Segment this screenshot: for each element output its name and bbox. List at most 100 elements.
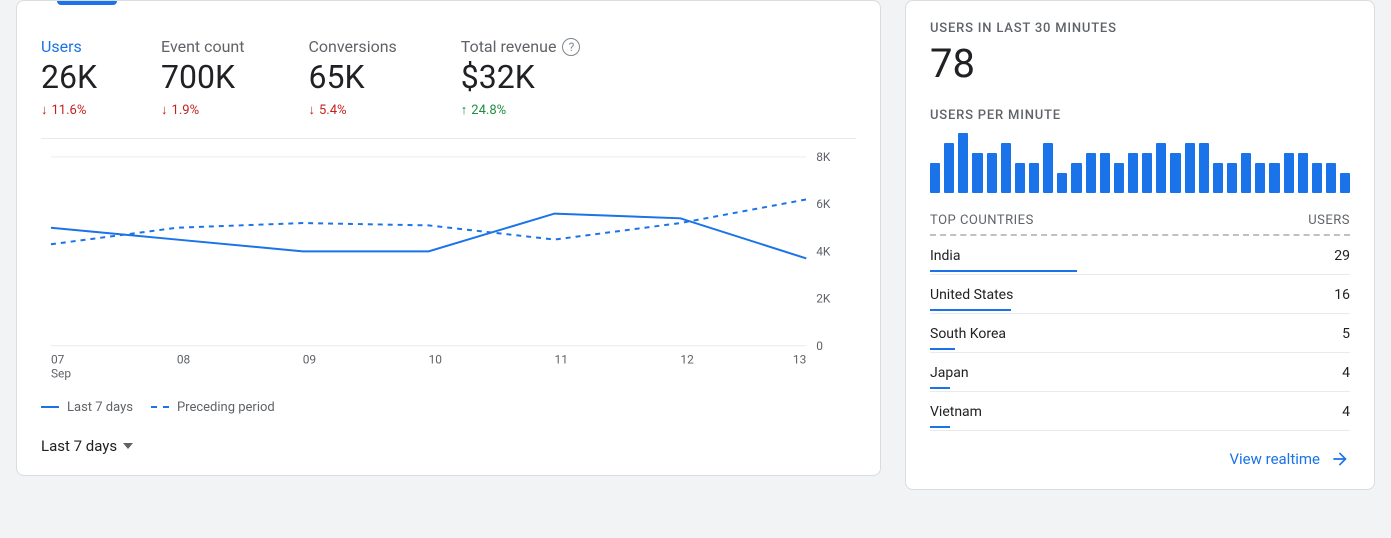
users-line-chart: 02K4K6K8K07080910111213Sep: [41, 138, 856, 386]
spark-bar: [1284, 153, 1294, 193]
country-name: Vietnam: [930, 404, 982, 420]
spark-bar: [1114, 163, 1124, 193]
spark-bar: [1057, 173, 1067, 193]
metric-label: Event count: [161, 37, 244, 56]
per-minute-title: USERS PER MINUTE: [930, 108, 1350, 123]
legend-line-dashed-icon: [151, 406, 169, 408]
realtime-title: USERS IN LAST 30 MINUTES: [930, 21, 1350, 36]
country-name: India: [930, 248, 960, 264]
spark-bar: [1001, 143, 1011, 193]
country-row: United States 16: [930, 275, 1350, 314]
date-range-dropdown[interactable]: Last 7 days: [41, 437, 133, 455]
spark-bar: [1156, 143, 1166, 193]
svg-text:10: 10: [429, 353, 443, 367]
arrow-down-icon: ↓: [161, 102, 168, 118]
spark-bar: [944, 143, 954, 193]
country-users: 4: [1342, 404, 1350, 420]
legend-current: Last 7 days: [41, 400, 133, 415]
country-row: Japan 4: [930, 353, 1350, 392]
spark-bar: [1029, 163, 1039, 193]
metric-label: Total revenue: [461, 37, 557, 56]
spark-bar: [1199, 143, 1209, 193]
spark-bar: [1227, 163, 1237, 193]
metric-value: $32K: [461, 58, 581, 96]
metric-delta: ↓ 5.4%: [309, 102, 397, 118]
svg-text:13: 13: [793, 353, 806, 367]
spark-bar: [1170, 153, 1180, 193]
svg-text:Sep: Sep: [51, 367, 71, 381]
view-realtime-label: View realtime: [1229, 450, 1320, 468]
svg-text:12: 12: [680, 353, 694, 367]
legend-previous: Preceding period: [151, 400, 275, 415]
metric-total-revenue[interactable]: Total revenue ? $32K ↑ 24.8%: [461, 37, 581, 118]
metric-delta: ↓ 11.6%: [41, 102, 97, 118]
metric-value: 26K: [41, 58, 97, 96]
help-icon[interactable]: ?: [562, 38, 580, 56]
svg-text:08: 08: [177, 353, 191, 367]
spark-bar: [1043, 143, 1053, 193]
metric-users[interactable]: Users 26K ↓ 11.6%: [41, 37, 97, 118]
metric-value: 700K: [161, 58, 244, 96]
country-users: 4: [1342, 365, 1350, 381]
svg-text:09: 09: [303, 353, 316, 367]
spark-bar: [958, 133, 968, 193]
svg-text:07: 07: [51, 353, 65, 367]
country-row: India 29: [930, 236, 1350, 275]
country-users: 29: [1334, 248, 1350, 264]
metric-event-count[interactable]: Event count 700K ↓ 1.9%: [161, 37, 244, 118]
spark-bar: [1128, 153, 1138, 193]
country-bar: [930, 387, 950, 389]
header-users: USERS: [1308, 213, 1350, 228]
svg-text:2K: 2K: [816, 292, 831, 306]
svg-text:6K: 6K: [816, 198, 831, 212]
spark-bar: [1071, 163, 1081, 193]
country-bar: [930, 270, 1077, 272]
country-name: South Korea: [930, 326, 1006, 342]
svg-text:8K: 8K: [816, 150, 831, 164]
legend-current-label: Last 7 days: [67, 400, 133, 415]
header-country: TOP COUNTRIES: [930, 213, 1034, 228]
chevron-down-icon: [123, 443, 133, 449]
country-row: South Korea 5: [930, 314, 1350, 353]
spark-bar: [1015, 163, 1025, 193]
country-bar: [930, 426, 950, 428]
metrics-row: Users 26K ↓ 11.6% Event count 700K ↓ 1.9…: [41, 21, 856, 138]
overview-card: Users 26K ↓ 11.6% Event count 700K ↓ 1.9…: [16, 0, 881, 476]
spark-bar: [1269, 163, 1279, 193]
active-tab-indicator: [57, 1, 117, 5]
arrow-down-icon: ↓: [41, 102, 48, 118]
countries-table-header: TOP COUNTRIES USERS: [930, 207, 1350, 236]
metric-value: 65K: [309, 58, 397, 96]
users-per-minute-chart: [930, 133, 1350, 193]
svg-text:4K: 4K: [816, 245, 831, 259]
countries-table-body: India 29 United States 16 South Korea 5 …: [930, 236, 1350, 431]
spark-bar: [1185, 143, 1195, 193]
realtime-users-value: 78: [930, 40, 1350, 88]
metric-label: Conversions: [309, 37, 397, 56]
chart-series-last-7-days: [51, 214, 806, 259]
country-name: Japan: [930, 365, 969, 381]
spark-bar: [930, 163, 940, 193]
spark-bar: [972, 153, 982, 193]
spark-bar: [1241, 153, 1251, 193]
arrow-right-icon: [1330, 449, 1350, 469]
legend-previous-label: Preceding period: [177, 400, 275, 415]
spark-bar: [1255, 163, 1265, 193]
view-realtime-link[interactable]: View realtime: [1229, 449, 1350, 469]
country-bar: [930, 309, 1011, 311]
spark-bar: [987, 153, 997, 193]
spark-bar: [1086, 153, 1096, 193]
country-users: 16: [1334, 287, 1350, 303]
spark-bar: [1326, 163, 1336, 193]
spark-bar: [1100, 153, 1110, 193]
spark-bar: [1312, 163, 1322, 193]
svg-text:0: 0: [816, 339, 823, 353]
legend-line-solid-icon: [41, 406, 59, 408]
realtime-card: USERS IN LAST 30 MINUTES 78 USERS PER MI…: [905, 0, 1375, 490]
arrow-up-icon: ↑: [461, 102, 468, 118]
metric-delta: ↑ 24.8%: [461, 102, 581, 118]
metric-conversions[interactable]: Conversions 65K ↓ 5.4%: [309, 37, 397, 118]
metric-label: Users: [41, 37, 82, 56]
spark-bar: [1298, 153, 1308, 193]
country-bar: [930, 348, 955, 350]
